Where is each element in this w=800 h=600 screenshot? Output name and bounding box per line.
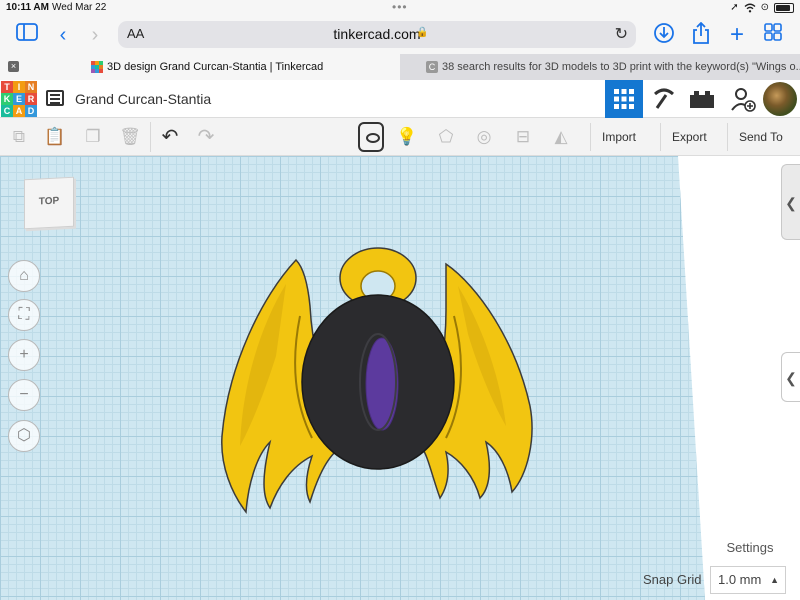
clock: 10:11 AM — [6, 2, 49, 13]
lightbulb-icon[interactable]: 💡 — [394, 124, 420, 150]
logo-letter: E — [13, 93, 25, 105]
battery-icon — [774, 2, 794, 13]
logo-letter: I — [13, 81, 25, 93]
hole-shape-icon[interactable]: ◎ — [471, 124, 497, 150]
snap-grid-value: 1.0 mm — [718, 572, 762, 587]
expand-notes-icon[interactable]: ❮ — [781, 352, 800, 402]
lock-icon: 🔒 — [416, 27, 429, 38]
download-icon[interactable] — [651, 22, 677, 48]
collapse-panel-icon[interactable]: ❮ — [781, 164, 800, 240]
logo-letter: R — [25, 93, 37, 105]
logo-letter: N — [25, 81, 37, 93]
mirror-icon[interactable]: ◭ — [548, 124, 574, 150]
user-avatar[interactable] — [763, 82, 797, 116]
back-chevron-icon[interactable]: ‹ — [50, 22, 76, 48]
toolbar-divider — [150, 122, 151, 152]
paste-icon[interactable]: 📋 — [42, 124, 68, 150]
url-text: tinkercad.com — [333, 26, 421, 42]
site-favicon-icon: C — [426, 61, 438, 73]
align-icon[interactable]: ⊟ — [510, 124, 536, 150]
workplane-canvas[interactable]: TOP ⌂ ⛶ + − ⬡ ❮ ❮ Settings Snap Grid 1.0… — [0, 156, 800, 600]
battery-percent-icon: ⊙ — [760, 2, 769, 13]
tab-title: 3D design Grand Curcan-Stantia | Tinkerc… — [107, 61, 324, 73]
forward-chevron-icon[interactable]: › — [82, 22, 108, 48]
pickaxe-icon[interactable] — [645, 80, 683, 118]
safari-toolbar: ‹ › AA tinkercad.com 🔒 ↻ + — [0, 16, 800, 54]
tinkercad-favicon-icon — [91, 61, 103, 73]
tabs-overview-icon[interactable] — [760, 22, 786, 48]
shape-icon[interactable]: ⬠ — [433, 124, 459, 150]
send-to-button[interactable]: Send To — [727, 123, 794, 151]
sidebar-icon[interactable] — [14, 22, 40, 48]
undo-icon[interactable]: ↶ — [157, 124, 183, 150]
logo-letter: K — [1, 93, 13, 105]
design-title[interactable]: Grand Curcan-Stantia — [75, 91, 211, 107]
ios-status-bar: 10:11 AM Wed Mar 22 ••• ➚ ⊙ — [0, 0, 800, 16]
address-bar[interactable]: AA tinkercad.com 🔒 ↻ — [118, 21, 636, 48]
bricks-icon[interactable] — [683, 80, 721, 118]
tab-tinkercad[interactable]: × 3D design Grand Curcan-Stantia | Tinke… — [0, 54, 400, 80]
pendant-body[interactable] — [301, 294, 455, 470]
date: Wed Mar 22 — [52, 2, 107, 13]
wings-pendant-model[interactable] — [0, 156, 800, 600]
reload-icon[interactable]: ↻ — [615, 24, 628, 44]
edit-toolbar: ⧉ 📋 ❐ 🗑 ↶ ↷ 💡 ⬠ ◎ ⊟ ◭ Import Export Send… — [0, 118, 800, 156]
share-icon[interactable] — [688, 21, 714, 48]
location-icon: ➚ — [730, 2, 739, 13]
logo-letter: A — [13, 105, 25, 117]
logo-letter: C — [1, 105, 13, 117]
trash-icon[interactable]: 🗑 — [117, 124, 143, 150]
note-visibility-icon[interactable] — [358, 122, 384, 152]
3d-design-view-button[interactable] — [605, 80, 643, 118]
design-menu-icon[interactable] — [46, 90, 64, 106]
caret-up-icon: ▲ — [770, 575, 779, 585]
add-user-icon[interactable] — [724, 80, 762, 118]
close-tab-icon[interactable]: × — [8, 61, 19, 72]
browser-tabs: × 3D design Grand Curcan-Stantia | Tinke… — [0, 54, 800, 80]
tinkercad-logo[interactable]: T I N K E R C A D — [1, 81, 37, 117]
export-button[interactable]: Export — [660, 123, 718, 151]
status-icons: ➚ ⊙ — [730, 2, 794, 13]
tab-search-results[interactable]: C 38 search results for 3D models to 3D … — [400, 54, 800, 80]
snap-grid-label: Snap Grid — [643, 572, 702, 587]
tab-title: 38 search results for 3D models to 3D pr… — [442, 61, 800, 73]
settings-button[interactable]: Settings — [715, 536, 785, 560]
duplicate-icon[interactable]: ❐ — [80, 124, 106, 150]
logo-letter: T — [1, 81, 13, 93]
wifi-icon — [744, 3, 756, 12]
import-button[interactable]: Import — [590, 123, 647, 151]
redo-icon[interactable]: ↷ — [193, 124, 219, 150]
snap-grid-select[interactable]: 1.0 mm ▲ — [710, 566, 786, 594]
new-tab-plus-icon[interactable]: + — [724, 22, 750, 48]
multitasking-dots[interactable]: ••• — [392, 0, 408, 14]
tinkercad-header: T I N K E R C A D Grand Curcan-Stantia — [0, 80, 800, 118]
copy-icon[interactable]: ⧉ — [6, 124, 32, 150]
logo-letter: D — [25, 105, 37, 117]
